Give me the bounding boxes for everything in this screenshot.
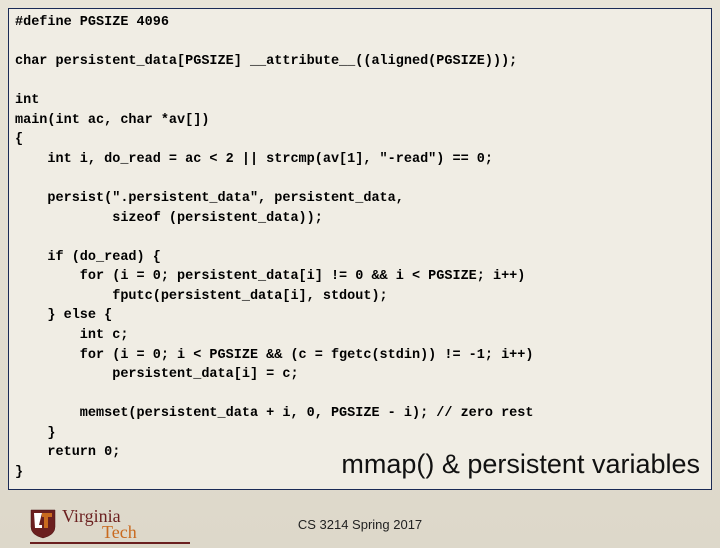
code-line: for (i = 0; i < PGSIZE && (c = fgetc(std… (15, 348, 533, 363)
vt-logo: Virginia Tech (30, 508, 137, 540)
code-line: persist(".persistent_data", persistent_d… (15, 191, 404, 206)
code-line: } (15, 426, 56, 441)
code-line: sizeof (persistent_data)); (15, 211, 323, 226)
code-line: { (15, 132, 23, 147)
code-line: return 0; (15, 445, 120, 460)
code-block: #define PGSIZE 4096 char persistent_data… (8, 8, 712, 490)
logo-underline (30, 542, 190, 544)
vt-logo-text: Virginia Tech (62, 508, 137, 540)
code-line: int (15, 93, 39, 108)
slide-title: mmap() & persistent variables (341, 449, 700, 480)
code-line: persistent_data[i] = c; (15, 367, 299, 382)
logo-tech: Tech (62, 522, 137, 542)
code-line: } else { (15, 308, 112, 323)
code-line: memset(persistent_data + i, 0, PGSIZE - … (15, 406, 533, 421)
code-line: fputc(persistent_data[i], stdout); (15, 289, 388, 304)
code-line: if (do_read) { (15, 250, 161, 265)
code-line: } (15, 465, 23, 480)
code-line: main(int ac, char *av[]) (15, 113, 209, 128)
code-line: char persistent_data[PGSIZE] __attribute… (15, 54, 517, 69)
code-line: #define PGSIZE 4096 (15, 15, 169, 30)
code-line: int c; (15, 328, 128, 343)
vt-shield-icon (30, 509, 56, 539)
code-line: int i, do_read = ac < 2 || strcmp(av[1],… (15, 152, 493, 167)
code-line: for (i = 0; persistent_data[i] != 0 && i… (15, 269, 525, 284)
